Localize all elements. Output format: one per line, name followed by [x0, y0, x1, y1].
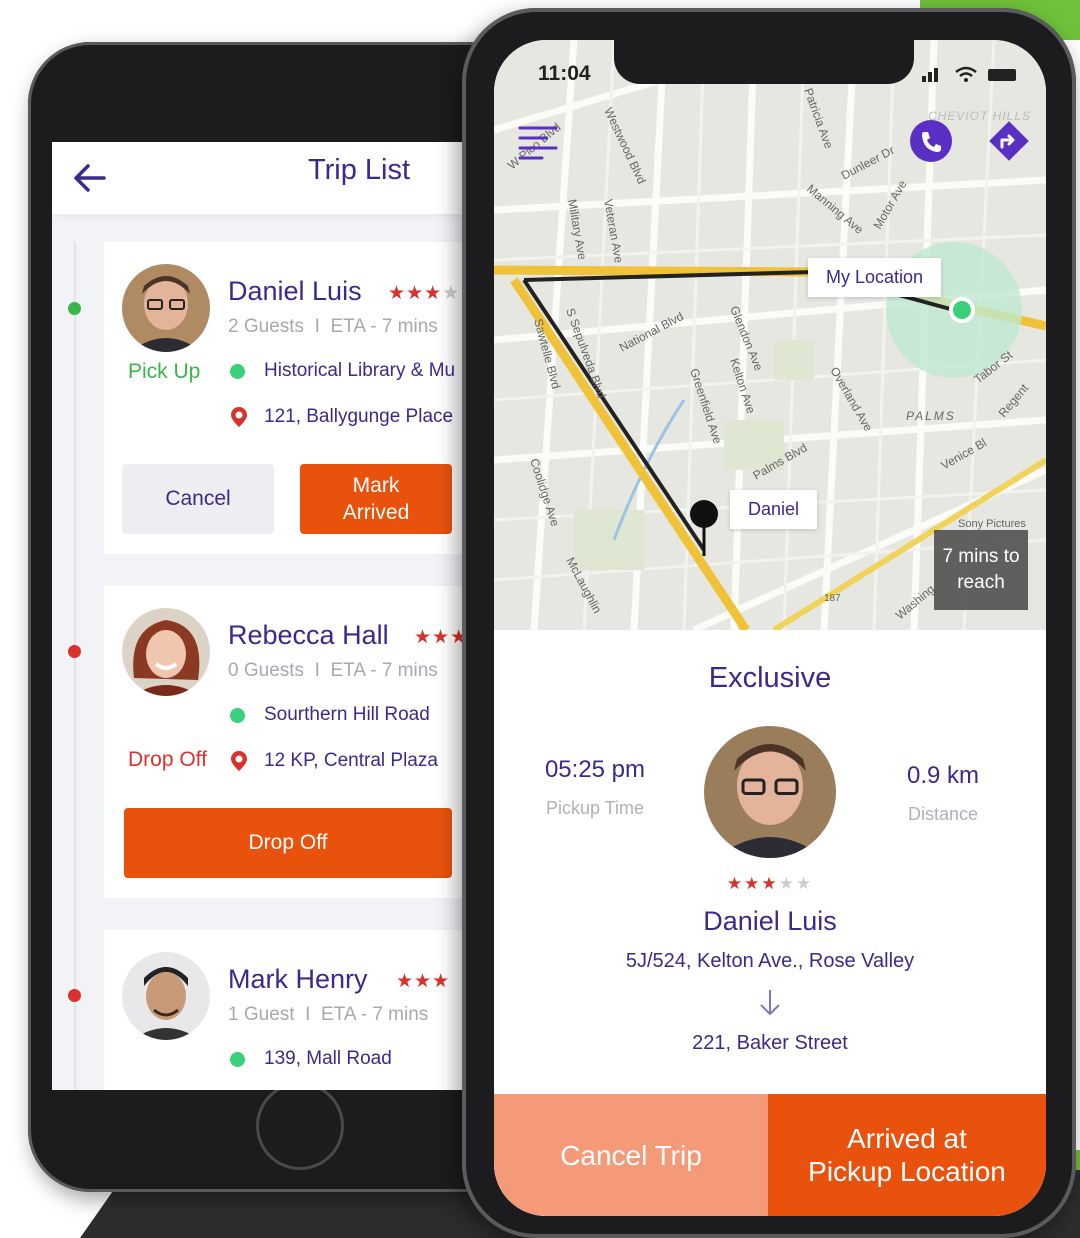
rider-name: Daniel Luis: [703, 906, 837, 936]
trip-card[interactable]: Daniel Luis ★★★★ 2 Guests I ETA - 7 mins…: [104, 242, 492, 554]
place-label: Sony Pictures: [958, 518, 1026, 530]
location-pin-icon: [231, 407, 247, 427]
pickup-address: Sourthern Hill Road: [264, 704, 430, 725]
trip-meta: 2 Guests I ETA - 7 mins: [228, 316, 438, 337]
rating-stars: ★★★★: [388, 283, 461, 304]
timeline-dot: [68, 989, 81, 1002]
timeline-line: [74, 242, 76, 1090]
timeline-dot: [68, 302, 81, 315]
pickup-address: 139, Mall Road: [264, 1048, 392, 1069]
map-view[interactable]: W Pico Blvd Westwood Blvd National Blvd …: [494, 40, 1046, 630]
trip-meta: 1 Guest I ETA - 7 mins: [228, 1004, 429, 1025]
home-button[interactable]: [256, 1082, 344, 1170]
trip-status: Pick Up: [128, 360, 201, 383]
passenger-name: Rebecca Hall: [228, 620, 389, 650]
trip-meta: 0 Guests I ETA - 7 mins: [228, 660, 438, 681]
avatar: [122, 608, 210, 696]
area-label: PALMS: [906, 409, 956, 423]
pickup-dot-icon: [230, 364, 245, 379]
cancel-button[interactable]: Cancel: [122, 464, 274, 534]
trip-list-header: Trip List: [52, 142, 492, 214]
cancel-trip-button[interactable]: Cancel Trip: [494, 1094, 768, 1216]
avatar: [122, 264, 210, 352]
eta-badge: 7 mins to reach: [934, 530, 1028, 610]
rider-rating-stars: ★★★★★: [726, 874, 814, 893]
directions-icon[interactable]: [988, 120, 1030, 162]
arrived-at-pickup-button[interactable]: Arrived at Pickup Location: [768, 1094, 1046, 1216]
trip-card[interactable]: Rebecca Hall ★★★ 0 Guests I ETA - 7 mins…: [104, 586, 492, 898]
rating-stars: ★★★: [414, 627, 469, 648]
rider-location-label: Daniel: [730, 490, 818, 529]
phone-notch: [614, 40, 914, 84]
drop-address: 12 KP, Central Plaza: [264, 750, 438, 771]
pickup-dot-icon: [230, 1052, 245, 1067]
pickup-address: Historical Library & Mu: [264, 360, 456, 381]
passenger-name: Mark Henry: [228, 964, 368, 994]
distance-value: 0.9 km: [906, 762, 980, 789]
trip-status: Drop Off: [128, 748, 207, 771]
pickup-dot-icon: [230, 708, 245, 723]
arrow-down-icon: [760, 990, 780, 1016]
my-location-label: My Location: [808, 258, 942, 297]
mark-arrived-button[interactable]: Mark Arrived: [300, 464, 452, 534]
to-address: 221, Baker Street: [692, 1032, 848, 1054]
drop-address: 121, Ballygunge Place: [264, 406, 454, 427]
distance-label: Distance: [907, 804, 979, 824]
avatar: [122, 952, 210, 1040]
status-icons: [922, 66, 1016, 82]
timeline-dot: [68, 645, 81, 658]
pickup-time-value: 05:25 pm: [544, 756, 646, 783]
page-title: Trip List: [308, 154, 411, 186]
street-label: Venice Bl: [939, 435, 989, 472]
hamburger-menu-icon[interactable]: [518, 124, 558, 164]
street-label: Regent: [996, 381, 1032, 420]
trip-card[interactable]: Mark Henry ★★★ 1 Guest I ETA - 7 mins 13…: [104, 930, 492, 1090]
status-time: 11:04: [538, 62, 591, 85]
street-label: Patricia Ave: [801, 86, 836, 150]
location-pin-icon: [231, 751, 247, 771]
route-shield: 187: [824, 593, 841, 604]
rating-stars: ★★★: [396, 971, 451, 992]
rider-avatar: [704, 726, 836, 858]
trip-list-screen: Trip List Daniel Luis ★★★★ 2 Guests I ET…: [52, 142, 492, 1090]
pickup-time-label: Pickup Time: [545, 798, 645, 818]
passenger-name: Daniel Luis: [228, 276, 362, 306]
ride-details-panel: Exclusive 05:25 pm Pickup Time 0.9 km Di…: [494, 630, 1046, 1216]
arrow-left-icon[interactable]: [70, 158, 110, 198]
from-address: 5J/524, Kelton Ave., Rose Valley: [625, 950, 915, 972]
ride-type-title: Exclusive: [708, 662, 832, 694]
call-button[interactable]: [910, 120, 952, 162]
driver-screen: W Pico Blvd Westwood Blvd National Blvd …: [494, 40, 1046, 1216]
drop-off-button[interactable]: Drop Off: [124, 808, 452, 878]
phone-icon: [922, 132, 941, 152]
